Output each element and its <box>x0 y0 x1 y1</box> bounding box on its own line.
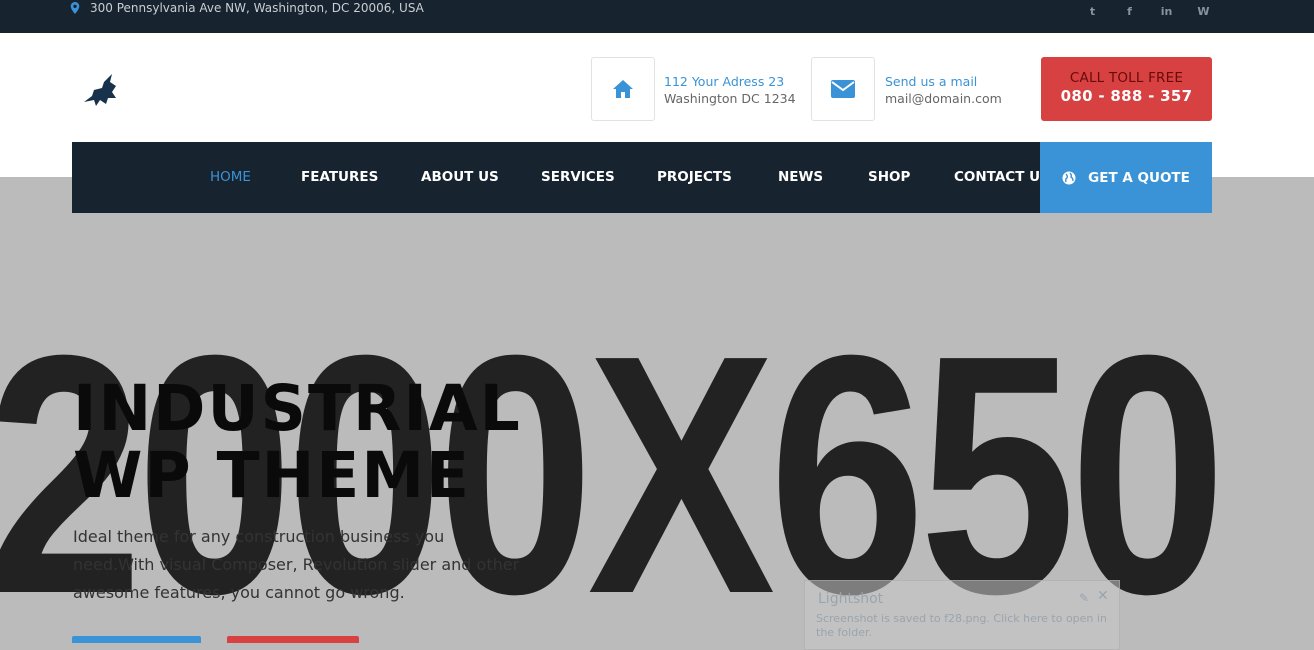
get-a-quote-label: GET A QUOTE <box>1088 169 1190 186</box>
hero-title-line2: WP THEME <box>73 439 472 512</box>
header-mail-address[interactable]: mail@domain.com <box>885 90 1002 107</box>
top-address-text: 300 Pennsylvania Ave NW, Washington, DC … <box>90 1 424 15</box>
hero-slider: 2000X650 INDUSTRIAL WP THEME Ideal theme… <box>0 177 1314 643</box>
address-icon-box <box>591 57 655 121</box>
nav-item-home[interactable]: HOME <box>210 169 251 185</box>
hero-description: Ideal theme for any construction busines… <box>73 527 520 602</box>
wordpress-icon[interactable]: W <box>1194 3 1213 19</box>
linkedin-icon[interactable]: in <box>1157 3 1176 19</box>
home-icon <box>613 80 633 98</box>
lightshot-message[interactable]: Screenshot is saved to f28.png. Click he… <box>816 612 1116 640</box>
close-icon[interactable]: ✕ <box>1097 588 1109 604</box>
globe-icon <box>1062 171 1076 184</box>
mail-icon-box <box>811 57 875 121</box>
nav-item-about-us[interactable]: ABOUT US <box>421 169 499 185</box>
nav-item-shop[interactable]: SHOP <box>868 169 910 185</box>
twitter-icon[interactable]: t <box>1083 3 1102 19</box>
header-address-line1: 112 Your Adress 23 <box>664 74 785 89</box>
header-mail: Send us a mail mail@domain.com <box>885 73 1002 107</box>
header-address-line2: Washington DC 1234 <box>664 91 796 106</box>
top-address: 300 Pennsylvania Ave NW, Washington, DC … <box>70 1 424 15</box>
nav-item-contact-us[interactable]: CONTACT US <box>954 169 1040 185</box>
nav-menu: HOME FEATURES ABOUT US SERVICES PROJECTS… <box>72 142 1040 213</box>
top-bar: 300 Pennsylvania Ave NW, Washington, DC … <box>0 0 1314 33</box>
nav-item-features[interactable]: FEATURES <box>301 169 378 185</box>
hero-primary-button[interactable] <box>72 636 201 643</box>
pin-icon[interactable]: ✎ <box>1079 591 1089 605</box>
nav-item-projects[interactable]: PROJECTS <box>657 169 732 185</box>
lightshot-title: Lightshot <box>818 591 884 607</box>
envelope-icon <box>831 80 855 98</box>
hero-title-line1: INDUSTRIAL <box>73 372 522 445</box>
nav-item-news[interactable]: NEWS <box>778 169 823 185</box>
hero-secondary-button[interactable] <box>227 636 359 643</box>
facebook-icon[interactable]: f <box>1120 3 1139 19</box>
header-mail-label[interactable]: Send us a mail <box>885 73 1002 90</box>
header-address: 112 Your Adress 23 Washington DC 1234 <box>664 73 796 107</box>
nav-item-services[interactable]: SERVICES <box>541 169 615 185</box>
map-pin-icon <box>70 2 80 14</box>
toll-free-number: 080 - 888 - 357 <box>1060 87 1193 105</box>
toll-free-label: CALL TOLL FREE <box>1069 70 1184 86</box>
logo[interactable] <box>82 70 122 110</box>
get-a-quote-button[interactable]: GET A QUOTE <box>1040 142 1212 213</box>
hero-title: INDUSTRIAL WP THEME <box>73 375 522 509</box>
toll-free-button[interactable]: CALL TOLL FREE 080 - 888 - 357 <box>1041 57 1212 121</box>
social-links: t f in W <box>1083 3 1213 19</box>
lightshot-notification[interactable]: Lightshot ✎ ✕ Screenshot is saved to f28… <box>804 580 1120 650</box>
